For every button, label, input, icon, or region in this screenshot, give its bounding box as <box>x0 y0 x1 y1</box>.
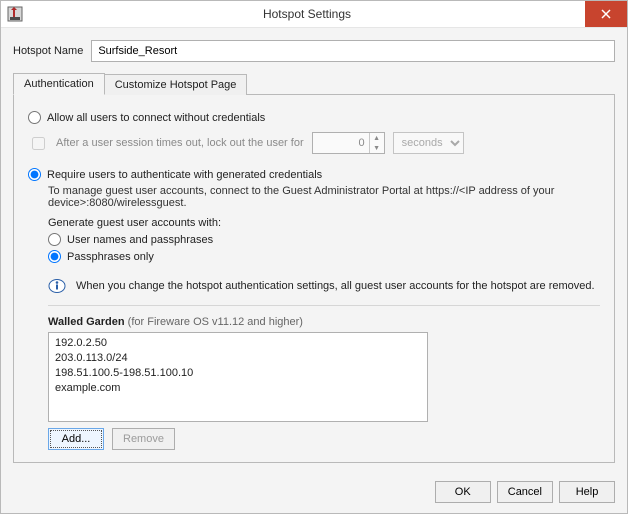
client-area: Hotspot Name Authentication Customize Ho… <box>1 28 627 473</box>
tab-authentication[interactable]: Authentication <box>13 73 105 95</box>
radio-gen-passonly[interactable] <box>48 250 61 263</box>
info-row: When you change the hotspot authenticati… <box>48 277 600 295</box>
list-item[interactable]: example.com <box>55 381 421 396</box>
radio-gen-passonly-label: Passphrases only <box>67 251 154 263</box>
separator <box>48 305 600 306</box>
lockout-value-input <box>313 133 369 153</box>
tab-customize-hotspot-page[interactable]: Customize Hotspot Page <box>104 74 248 95</box>
tabstrip: Authentication Customize Hotspot Page <box>13 72 615 94</box>
help-button[interactable]: Help <box>559 481 615 503</box>
generate-accounts-label: Generate guest user accounts with: <box>48 217 600 229</box>
walled-garden-title: Walled Garden <box>48 316 125 328</box>
hotspot-name-row: Hotspot Name <box>13 40 615 62</box>
list-item[interactable]: 198.51.100.5-198.51.100.10 <box>55 366 421 381</box>
lockout-unit-select: seconds <box>393 132 464 154</box>
info-text: When you change the hotspot authenticati… <box>76 280 595 292</box>
walled-garden-section: Walled Garden (for Fireware OS v11.12 an… <box>48 316 600 450</box>
option-gen-userpass[interactable]: User names and passphrases <box>48 233 600 246</box>
list-item[interactable]: 203.0.113.0/24 <box>55 351 421 366</box>
cancel-button[interactable]: Cancel <box>497 481 553 503</box>
list-item[interactable]: 192.0.2.50 <box>55 336 421 351</box>
close-icon <box>601 9 611 19</box>
checkbox-lockout-label: After a user session times out, lock out… <box>56 137 304 149</box>
spinner-up-icon: ▲ <box>370 133 384 143</box>
radio-require-auth[interactable] <box>28 168 41 181</box>
radio-allow-all-label: Allow all users to connect without crede… <box>47 112 265 124</box>
option-require-auth[interactable]: Require users to authenticate with gener… <box>28 168 600 181</box>
app-icon <box>1 1 29 27</box>
window-title: Hotspot Settings <box>29 1 585 27</box>
option-allow-all[interactable]: Allow all users to connect without crede… <box>28 111 600 124</box>
walled-garden-list[interactable]: 192.0.2.50203.0.113.0/24198.51.100.5-198… <box>48 332 428 422</box>
spinner-down-icon: ▼ <box>370 143 384 153</box>
walled-garden-hint: (for Fireware OS v11.12 and higher) <box>128 316 303 328</box>
walled-garden-buttons: Add... Remove <box>48 428 600 450</box>
lockout-value-spinner: ▲ ▼ <box>312 132 385 154</box>
radio-gen-userpass-label: User names and passphrases <box>67 234 213 246</box>
ok-button[interactable]: OK <box>435 481 491 503</box>
manage-guest-text: To manage guest user accounts, connect t… <box>48 185 600 209</box>
checkbox-lockout <box>32 137 45 150</box>
radio-require-auth-label: Require users to authenticate with gener… <box>47 169 322 181</box>
walled-garden-title-row: Walled Garden (for Fireware OS v11.12 an… <box>48 316 600 328</box>
tab-panel-authentication: Allow all users to connect without crede… <box>13 94 615 463</box>
add-button[interactable]: Add... <box>48 428 104 450</box>
hotspot-name-input[interactable] <box>91 40 615 62</box>
dialog-footer: OK Cancel Help <box>1 473 627 513</box>
option-gen-passonly[interactable]: Passphrases only <box>48 250 600 263</box>
radio-gen-userpass[interactable] <box>48 233 61 246</box>
radio-allow-all[interactable] <box>28 111 41 124</box>
close-button[interactable] <box>585 1 627 27</box>
info-icon <box>48 277 66 295</box>
remove-button: Remove <box>112 428 175 450</box>
hotspot-name-label: Hotspot Name <box>13 45 83 57</box>
titlebar: Hotspot Settings <box>1 1 627 28</box>
hotspot-settings-window: Hotspot Settings Hotspot Name Authentica… <box>0 0 628 514</box>
lockout-row: After a user session times out, lock out… <box>28 132 600 154</box>
